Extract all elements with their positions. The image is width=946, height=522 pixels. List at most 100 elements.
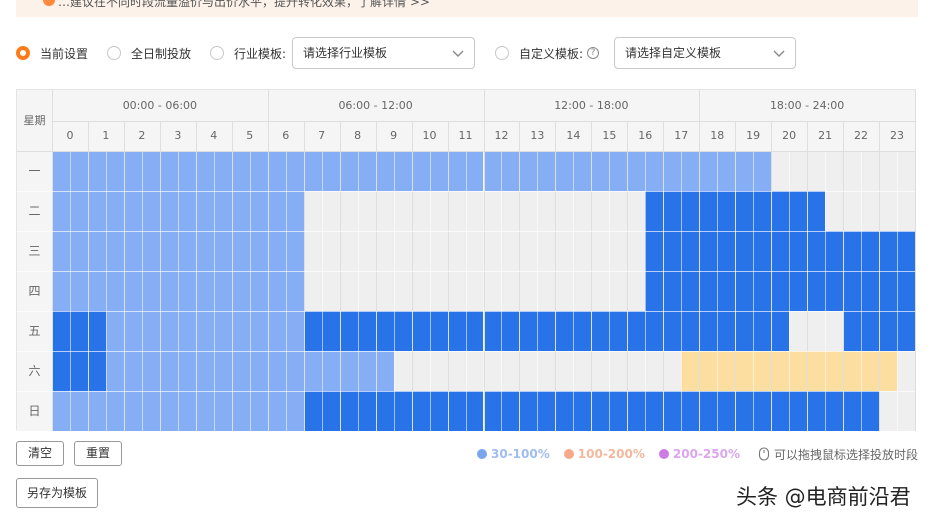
time-slot-cell[interactable] xyxy=(609,191,628,231)
time-slot-cell[interactable] xyxy=(807,351,826,391)
time-slot-cell[interactable] xyxy=(87,271,106,311)
time-slot-cell[interactable] xyxy=(771,311,790,351)
time-slot-cell[interactable] xyxy=(339,391,358,431)
time-slot-cell[interactable] xyxy=(753,271,772,311)
time-slot-cell[interactable] xyxy=(681,391,700,431)
time-slot-cell[interactable] xyxy=(681,351,700,391)
time-slot-cell[interactable] xyxy=(861,311,880,351)
time-slot-cell[interactable] xyxy=(573,191,592,231)
time-slot-cell[interactable] xyxy=(267,231,286,271)
time-slot-cell[interactable] xyxy=(465,391,484,431)
time-slot-cell[interactable] xyxy=(699,311,718,351)
time-slot-cell[interactable] xyxy=(537,231,556,271)
time-slot-cell[interactable] xyxy=(105,191,124,231)
time-slot-cell[interactable] xyxy=(465,191,484,231)
time-slot-cell[interactable] xyxy=(321,191,340,231)
time-slot-cell[interactable] xyxy=(681,151,700,191)
time-slot-cell[interactable] xyxy=(52,391,70,431)
time-slot-cell[interactable] xyxy=(681,191,700,231)
time-slot-cell[interactable] xyxy=(771,351,790,391)
time-slot-cell[interactable] xyxy=(609,231,628,271)
time-slot-cell[interactable] xyxy=(663,391,682,431)
time-slot-cell[interactable] xyxy=(789,311,808,351)
time-slot-cell[interactable] xyxy=(375,191,394,231)
time-slot-cell[interactable] xyxy=(393,311,412,351)
time-slot-cell[interactable] xyxy=(825,191,844,231)
time-slot-cell[interactable] xyxy=(339,351,358,391)
time-slot-cell[interactable] xyxy=(231,151,250,191)
time-slot-cell[interactable] xyxy=(123,271,142,311)
time-slot-cell[interactable] xyxy=(771,271,790,311)
time-slot-cell[interactable] xyxy=(195,191,214,231)
custom-template-select[interactable]: 请选择自定义模板 xyxy=(614,37,796,69)
time-slot-cell[interactable] xyxy=(357,231,376,271)
time-slot-cell[interactable] xyxy=(357,271,376,311)
time-slot-cell[interactable] xyxy=(519,191,538,231)
time-slot-cell[interactable] xyxy=(159,271,178,311)
time-slot-cell[interactable] xyxy=(231,311,250,351)
time-slot-cell[interactable] xyxy=(52,231,70,271)
time-slot-cell[interactable] xyxy=(87,191,106,231)
time-slot-cell[interactable] xyxy=(627,191,646,231)
radio-all-day[interactable]: 全日制投放 xyxy=(107,42,191,64)
time-slot-cell[interactable] xyxy=(519,391,538,431)
time-slot-cell[interactable] xyxy=(645,191,664,231)
time-slot-cell[interactable] xyxy=(609,351,628,391)
time-slot-cell[interactable] xyxy=(303,351,322,391)
time-slot-cell[interactable] xyxy=(69,311,88,351)
time-slot-cell[interactable] xyxy=(141,271,160,311)
time-slot-cell[interactable] xyxy=(501,391,520,431)
time-slot-cell[interactable] xyxy=(357,191,376,231)
time-slot-cell[interactable] xyxy=(699,151,718,191)
time-slot-cell[interactable] xyxy=(519,351,538,391)
time-slot-cell[interactable] xyxy=(789,191,808,231)
time-slot-cell[interactable] xyxy=(249,231,268,271)
time-slot-cell[interactable] xyxy=(555,391,574,431)
time-slot-cell[interactable] xyxy=(69,151,88,191)
time-slot-cell[interactable] xyxy=(339,271,358,311)
time-slot-cell[interactable] xyxy=(375,391,394,431)
time-slot-cell[interactable] xyxy=(861,191,880,231)
time-slot-cell[interactable] xyxy=(267,151,286,191)
time-slot-cell[interactable] xyxy=(267,311,286,351)
time-slot-cell[interactable] xyxy=(645,391,664,431)
time-slot-cell[interactable] xyxy=(537,151,556,191)
time-slot-cell[interactable] xyxy=(69,231,88,271)
time-slot-cell[interactable] xyxy=(177,311,196,351)
time-slot-cell[interactable] xyxy=(897,271,915,311)
time-slot-cell[interactable] xyxy=(303,231,322,271)
time-slot-cell[interactable] xyxy=(159,191,178,231)
time-slot-cell[interactable] xyxy=(321,351,340,391)
time-slot-cell[interactable] xyxy=(321,231,340,271)
time-slot-cell[interactable] xyxy=(429,311,448,351)
time-slot-cell[interactable] xyxy=(843,391,862,431)
time-slot-cell[interactable] xyxy=(105,231,124,271)
time-slot-cell[interactable] xyxy=(483,391,502,431)
time-slot-cell[interactable] xyxy=(159,311,178,351)
time-slot-cell[interactable] xyxy=(357,351,376,391)
time-slot-cell[interactable] xyxy=(465,231,484,271)
time-slot-cell[interactable] xyxy=(429,351,448,391)
time-slot-cell[interactable] xyxy=(141,151,160,191)
time-slot-cell[interactable] xyxy=(519,151,538,191)
time-slot-cell[interactable] xyxy=(177,191,196,231)
time-slot-cell[interactable] xyxy=(69,271,88,311)
time-slot-cell[interactable] xyxy=(717,351,736,391)
time-slot-cell[interactable] xyxy=(501,231,520,271)
time-slot-cell[interactable] xyxy=(627,271,646,311)
time-slot-cell[interactable] xyxy=(789,151,808,191)
time-slot-cell[interactable] xyxy=(663,271,682,311)
time-slot-cell[interactable] xyxy=(861,151,880,191)
time-slot-cell[interactable] xyxy=(375,151,394,191)
reset-button[interactable]: 重置 xyxy=(74,441,122,466)
time-slot-cell[interactable] xyxy=(663,311,682,351)
time-slot-cell[interactable] xyxy=(249,391,268,431)
time-slot-cell[interactable] xyxy=(825,271,844,311)
time-slot-cell[interactable] xyxy=(87,151,106,191)
time-slot-cell[interactable] xyxy=(285,351,304,391)
time-slot-cell[interactable] xyxy=(231,391,250,431)
time-slot-cell[interactable] xyxy=(123,311,142,351)
time-slot-cell[interactable] xyxy=(735,391,754,431)
time-slot-cell[interactable] xyxy=(501,351,520,391)
time-slot-cell[interactable] xyxy=(195,311,214,351)
